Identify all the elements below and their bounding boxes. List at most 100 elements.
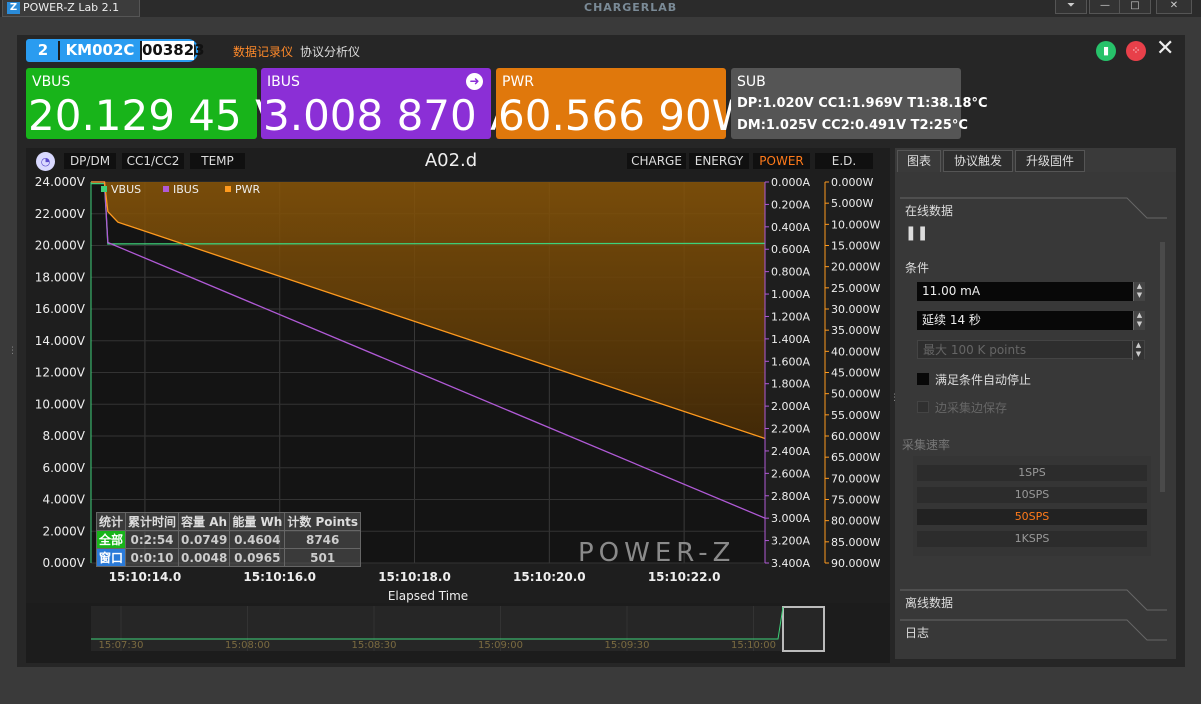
y-mid-tick-label: 0.800A — [771, 266, 810, 279]
y-mid-tick-label: 3.400A — [771, 557, 810, 570]
y-mid-tick-label: 2.600A — [771, 467, 810, 480]
max-points-spinner[interactable]: ▲ ▼ — [1132, 341, 1144, 360]
app-title-tab[interactable]: Z POWER-Z Lab 2.1 — [2, 0, 140, 17]
tab-data-logger[interactable]: 数据记录仪 — [233, 43, 293, 60]
threshold-spinner[interactable]: ▲ ▼ — [1133, 282, 1145, 301]
y-left-tick-label: 14.000V — [35, 334, 86, 348]
mode-power[interactable]: POWER — [753, 153, 810, 169]
delay-value: 延续 14 秒 — [922, 313, 981, 327]
y-right-tick-label: 60.000W — [831, 430, 880, 443]
y-left-tick-label: 4.000V — [42, 493, 85, 507]
auto-stop-label: 满足条件自动停止 — [935, 373, 1032, 387]
chart-menu-icon[interactable]: ◔ — [36, 152, 55, 171]
condition-title: 条件 — [905, 261, 930, 275]
panel-close-button[interactable]: ✕ — [1156, 38, 1174, 60]
rate-1ksps[interactable]: 1KSPS — [917, 531, 1147, 547]
toolbar-strip — [0, 17, 1201, 35]
offline-data-title[interactable]: 离线数据 — [905, 594, 953, 611]
window-close-button[interactable]: ✕ — [1156, 0, 1192, 14]
left-grip-icon[interactable]: ⋮ — [8, 346, 17, 356]
y-right-tick-label: 5.000W — [831, 197, 873, 210]
tab-protocol-analyzer[interactable]: 协议分析仪 — [300, 43, 360, 60]
stats-cell: 0.0048 — [178, 548, 231, 567]
rate-10sps[interactable]: 10SPS — [917, 487, 1147, 503]
apps-grid-icon[interactable]: ⁘ — [1126, 41, 1146, 61]
mode-ed[interactable]: E.D. — [815, 153, 873, 169]
delay-input[interactable]: 延续 14 秒 ▲ ▼ — [917, 311, 1145, 330]
splitter-grip-icon[interactable]: ⋮ — [890, 393, 899, 403]
stats-cell: 8746 — [284, 530, 362, 549]
rate-1sps[interactable]: 1SPS — [917, 465, 1147, 481]
y-mid-tick-label: 1.400A — [771, 333, 810, 346]
vbus-card: VBUS 20.129 45 V — [26, 68, 284, 139]
save-while-sampling-checkbox[interactable] — [917, 401, 929, 413]
online-data-title[interactable]: 在线数据 — [905, 202, 953, 219]
pause-icon[interactable]: ❚❚ — [905, 225, 928, 241]
legend-label-pwr: PWR — [235, 183, 261, 196]
y-mid-tick-label: 0.400A — [771, 221, 810, 234]
arrow-right-icon[interactable]: ➜ — [466, 73, 483, 90]
ibus-line — [91, 181, 766, 519]
y-right-tick-label: 45.000W — [831, 367, 880, 380]
tab-protocol-trigger[interactable]: 协议触发 — [943, 150, 1013, 172]
y-left-tick-label: 12.000V — [35, 366, 86, 380]
x-axis-label: Elapsed Time — [388, 589, 468, 603]
phone-icon[interactable]: ▮ — [1096, 41, 1116, 61]
y-mid-tick-label: 3.200A — [771, 535, 810, 548]
y-mid-tick-label: 1.000A — [771, 288, 810, 301]
maximize-button[interactable]: □ — [1119, 0, 1151, 14]
stats-cell: 501 — [284, 548, 362, 567]
y-right-tick-label: 30.000W — [831, 303, 880, 316]
tab-temp[interactable]: TEMP — [190, 153, 245, 169]
ibus-card: IBUS ➜ 3.008 870 A — [261, 68, 519, 139]
stats-row-label: 全部 — [95, 530, 127, 549]
rate-50sps[interactable]: 50SPS — [917, 509, 1147, 525]
y-mid-tick-label: 0.200A — [771, 198, 810, 211]
sub-line-1: DP:1.020V CC1:1.969V T1:38.18°C — [737, 96, 988, 111]
overview-tick-label: 15:08:30 — [352, 640, 397, 651]
y-right-tick-label: 35.000W — [831, 324, 880, 337]
mode-charge[interactable]: CHARGE — [627, 153, 686, 169]
side-panel: 图表 协议触发 升级固件 在线数据 ❚❚ 条件 11.00 mA ▲ ▼ 延续 1… — [895, 148, 1176, 659]
overview-tick-label: 15:09:30 — [605, 640, 650, 651]
chargerlab-logo: CHARGERLAB — [584, 1, 678, 14]
chart-panel: ◔ DP/DM CC1/CC2 TEMP A02.d CHARGE ENERGY… — [26, 148, 890, 663]
overview-tick-label: 15:09:00 — [478, 640, 523, 651]
mode-energy[interactable]: ENERGY — [689, 153, 749, 169]
delay-spinner[interactable]: ▲ ▼ — [1133, 311, 1145, 330]
y-mid-tick-label: 2.200A — [771, 423, 810, 436]
max-points-value: 最大 100 K points — [923, 343, 1027, 357]
legend-swatch-ibus — [163, 186, 169, 192]
overview-tick-label: 15:08:00 — [225, 640, 270, 651]
threshold-input[interactable]: 11.00 mA ▲ ▼ — [917, 282, 1145, 301]
tab-upgrade-firmware[interactable]: 升级固件 — [1015, 150, 1085, 172]
device-badge[interactable]: 2 KM002C 003823 — [26, 39, 205, 62]
sample-rate-title: 采集速率 — [902, 438, 951, 452]
y-mid-tick-label: 1.200A — [771, 310, 810, 323]
device-panel: 2 KM002C 003823 数据记录仪 协议分析仪 ▮ ⁘ ✕ VBUS 2… — [17, 35, 1185, 667]
minimize-button[interactable]: — — [1089, 0, 1121, 14]
app-logo-icon: Z — [7, 2, 20, 14]
y-right-tick-label: 15.000W — [831, 240, 880, 253]
stats-header: 容量 Ah — [178, 512, 231, 531]
y-right-tick-label: 55.000W — [831, 409, 880, 422]
menu-dropdown-button[interactable]: ⏷ — [1055, 0, 1087, 14]
overview-timeline[interactable]: 15:07:30 15:08:00 15:08:30 15:09:00 15:09:30… — [26, 603, 890, 663]
log-title[interactable]: 日志 — [905, 624, 929, 641]
stats-header: 能量 Wh — [229, 512, 286, 531]
chart-title: A02.d — [424, 150, 478, 171]
y-right-tick-label: 75.000W — [831, 494, 880, 507]
tab-cc1-cc2[interactable]: CC1/CC2 — [122, 153, 184, 169]
y-right-tick-label: 80.000W — [831, 515, 880, 528]
tab-dp-dm[interactable]: DP/DM — [64, 153, 116, 169]
pwr-card: PWR 60.566 90W — [496, 68, 753, 139]
auto-stop-checkbox[interactable] — [917, 373, 929, 385]
max-points-input[interactable]: 最大 100 K points ▲ ▼ — [917, 340, 1145, 360]
tab-chart[interactable]: 图表 — [897, 150, 941, 172]
y-left-tick-label: 22.000V — [35, 207, 86, 221]
y-left-tick-label: 6.000V — [42, 461, 85, 475]
stats-cell: 0:0:10 — [125, 548, 180, 567]
sub-label: SUB — [737, 74, 766, 90]
legend-label-vbus: VBUS — [111, 183, 141, 196]
power-z-watermark: POWER-Z — [578, 538, 736, 568]
